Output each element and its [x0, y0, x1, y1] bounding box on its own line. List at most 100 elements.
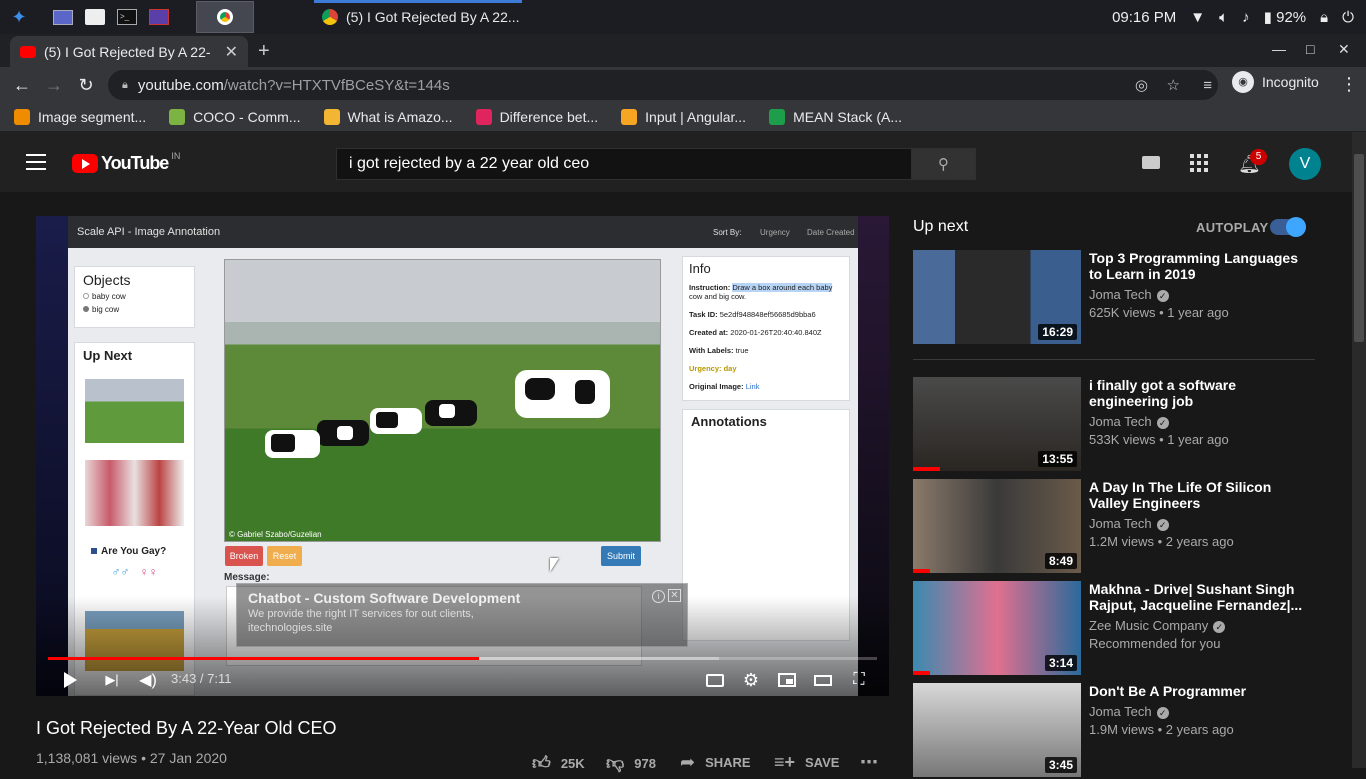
- youtube-logo[interactable]: YouTube IN: [72, 151, 180, 174]
- notification-bell-icon[interactable]: ♪: [1242, 9, 1250, 26]
- ad-description: We provide the right IT services for out…: [248, 608, 474, 620]
- like-button[interactable]: 👍︎ 25K: [532, 752, 585, 774]
- search-button[interactable]: ⚲: [911, 148, 976, 180]
- close-tab-icon[interactable]: ✕: [225, 42, 238, 62]
- recommended-video[interactable]: 3:45 Don't Be A Programmer Joma Tech ✓ 1.9M …: [913, 683, 1333, 779]
- bookmark-label: Image segment...: [38, 109, 147, 125]
- volume-icon[interactable]: 🔈︎: [1219, 9, 1228, 26]
- channel-name[interactable]: Joma Tech ✓: [1089, 287, 1169, 302]
- battery[interactable]: ▮ 92%: [1264, 8, 1306, 26]
- video-thumbnail[interactable]: 8:49: [913, 479, 1081, 573]
- lock-icon[interactable]: 🔒︎: [1320, 9, 1328, 26]
- dislike-button[interactable]: 👎︎ 978: [606, 752, 656, 774]
- video-player[interactable]: Scale API - Image Annotation Sort By: Ur…: [36, 216, 889, 696]
- bookmark-item[interactable]: Input | Angular...: [607, 109, 755, 125]
- reading-list-icon[interactable]: ≡: [1203, 77, 1212, 94]
- back-icon[interactable]: ←: [6, 75, 38, 96]
- recommended-video[interactable]: 16:29 Top 3 Programming Languages to Lear…: [913, 250, 1333, 346]
- up-next-label: Up next: [913, 218, 969, 235]
- incognito-indicator[interactable]: ◉ Incognito: [1232, 71, 1319, 93]
- play-button[interactable]: [58, 668, 82, 692]
- video-thumbnail[interactable]: 3:14: [913, 581, 1081, 675]
- search-value: i got rejected by a 22 year old ceo: [349, 155, 590, 172]
- channel-name[interactable]: Joma Tech ✓: [1089, 516, 1169, 531]
- reload-icon[interactable]: ↻: [70, 75, 102, 96]
- captions-button[interactable]: [703, 668, 727, 692]
- share-button[interactable]: ➦ SHARE: [680, 752, 751, 773]
- apps-grid-icon[interactable]: [1190, 154, 1208, 172]
- file-manager-icon[interactable]: [82, 4, 108, 30]
- video-thumbnail[interactable]: 16:29: [913, 250, 1081, 344]
- search-input[interactable]: i got rejected by a 22 year old ceo: [336, 148, 912, 180]
- recommended-video-title[interactable]: Don't Be A Programmer: [1089, 683, 1309, 699]
- recommended-video[interactable]: 13:55 i finally got a software engineerin…: [913, 377, 1333, 473]
- tracking-off-icon[interactable]: ◎: [1135, 76, 1148, 94]
- next-button[interactable]: ▶|: [100, 668, 124, 692]
- forward-icon[interactable]: →: [38, 75, 70, 96]
- bookmark-item[interactable]: Image segment...: [0, 109, 155, 125]
- kali-menu-icon[interactable]: ✦: [6, 4, 32, 30]
- chrome-menu-icon[interactable]: ⋮: [1340, 74, 1358, 95]
- os-taskbar: ✦ >_ (5) I Got Rejected By A 22... 09:16…: [0, 0, 1366, 34]
- minimize-icon[interactable]: —: [1272, 41, 1286, 57]
- screen-thumb-girls: [85, 460, 184, 526]
- video-thumbnail[interactable]: 13:55: [913, 377, 1081, 471]
- taskbar-window-item[interactable]: (5) I Got Rejected By A 22...: [322, 0, 520, 34]
- more-actions-icon[interactable]: ⋯: [860, 752, 878, 773]
- wifi-icon[interactable]: ▼: [1190, 9, 1205, 26]
- recommended-video-title[interactable]: Makhna - Drive| Sushant Singh Rajput, Ja…: [1089, 581, 1309, 613]
- browser-tab[interactable]: (5) I Got Rejected By A 22- ✕: [10, 36, 248, 67]
- channel-name[interactable]: Joma Tech ✓: [1089, 704, 1169, 719]
- hamburger-menu-icon[interactable]: [26, 154, 46, 170]
- miniplayer-button[interactable]: [775, 668, 799, 692]
- time-display: 3:43 / 7:11: [171, 671, 232, 686]
- recommended-video[interactable]: 3:14 Makhna - Drive| Sushant Singh Rajput…: [913, 581, 1333, 677]
- recommended-video-title[interactable]: Top 3 Programming Languages to Learn in …: [1089, 250, 1309, 282]
- clock[interactable]: 09:16 PM: [1112, 9, 1176, 26]
- video-ad-overlay[interactable]: Chatbot - Custom Software Development We…: [236, 583, 688, 647]
- recommended-video-title[interactable]: i finally got a software engineering job: [1089, 377, 1309, 409]
- bookmark-item[interactable]: MEAN Stack (A...: [755, 109, 911, 125]
- autoplay-toggle[interactable]: [1270, 217, 1306, 237]
- chrome-taskbar-icon[interactable]: [196, 1, 254, 33]
- ad-info-icon[interactable]: i: [652, 590, 665, 603]
- recommended-video[interactable]: 8:49 A Day In The Life Of Silicon Valley …: [913, 479, 1333, 575]
- taskbar-window-title: (5) I Got Rejected By A 22...: [346, 9, 520, 25]
- save-button[interactable]: ≡+ SAVE: [774, 752, 839, 773]
- desktop-icon[interactable]: [50, 4, 76, 30]
- mute-button[interactable]: ◀): [136, 668, 160, 692]
- ad-title[interactable]: Chatbot - Custom Software Development: [248, 590, 676, 606]
- close-window-icon[interactable]: ✕: [1338, 41, 1350, 58]
- youtube-logo-text: YouTube: [101, 153, 169, 173]
- channel-name[interactable]: Joma Tech ✓: [1089, 414, 1169, 429]
- ad-close-icon[interactable]: ✕: [668, 589, 681, 602]
- url-host: youtube.com: [137, 76, 224, 94]
- bookmark-item[interactable]: COCO - Comm...: [155, 109, 309, 125]
- progress-bar[interactable]: [48, 657, 877, 660]
- channel-name[interactable]: Zee Music Company ✓: [1089, 618, 1226, 633]
- settings-button[interactable]: ⚙: [739, 668, 763, 692]
- create-video-icon[interactable]: [1142, 156, 1160, 169]
- fullscreen-button[interactable]: ⛶: [847, 668, 871, 692]
- theater-icon: [814, 674, 832, 686]
- theater-mode-button[interactable]: [811, 668, 835, 692]
- bookmark-item[interactable]: Difference bet...: [462, 109, 608, 125]
- info-title: Info: [689, 261, 711, 276]
- bookmark-star-icon[interactable]: ☆: [1167, 76, 1180, 94]
- user-avatar[interactable]: V: [1289, 148, 1321, 180]
- verified-icon: ✓: [1156, 416, 1169, 429]
- autoplay-toggle-knob[interactable]: [1286, 217, 1306, 237]
- page-scrollbar[interactable]: [1352, 132, 1366, 768]
- address-bar[interactable]: 🔒︎ youtube.com/watch?v=HTXTVfBCeSY&t=144…: [108, 70, 1218, 100]
- bookmark-favicon-icon: [769, 109, 786, 125]
- terminal-icon[interactable]: >_: [114, 4, 140, 30]
- maximize-icon[interactable]: □: [1306, 41, 1314, 57]
- scrollbar-thumb[interactable]: [1354, 154, 1364, 342]
- screen-recorder-icon[interactable]: [146, 4, 172, 30]
- power-icon[interactable]: ⏻: [1342, 9, 1354, 26]
- video-thumbnail[interactable]: 3:45: [913, 683, 1081, 777]
- bookmark-item[interactable]: What is Amazo...: [310, 109, 462, 125]
- recommended-video-title[interactable]: A Day In The Life Of Silicon Valley Engi…: [1089, 479, 1309, 511]
- new-tab-icon[interactable]: +: [258, 40, 270, 63]
- ad-url[interactable]: itechnologies.site: [248, 622, 676, 634]
